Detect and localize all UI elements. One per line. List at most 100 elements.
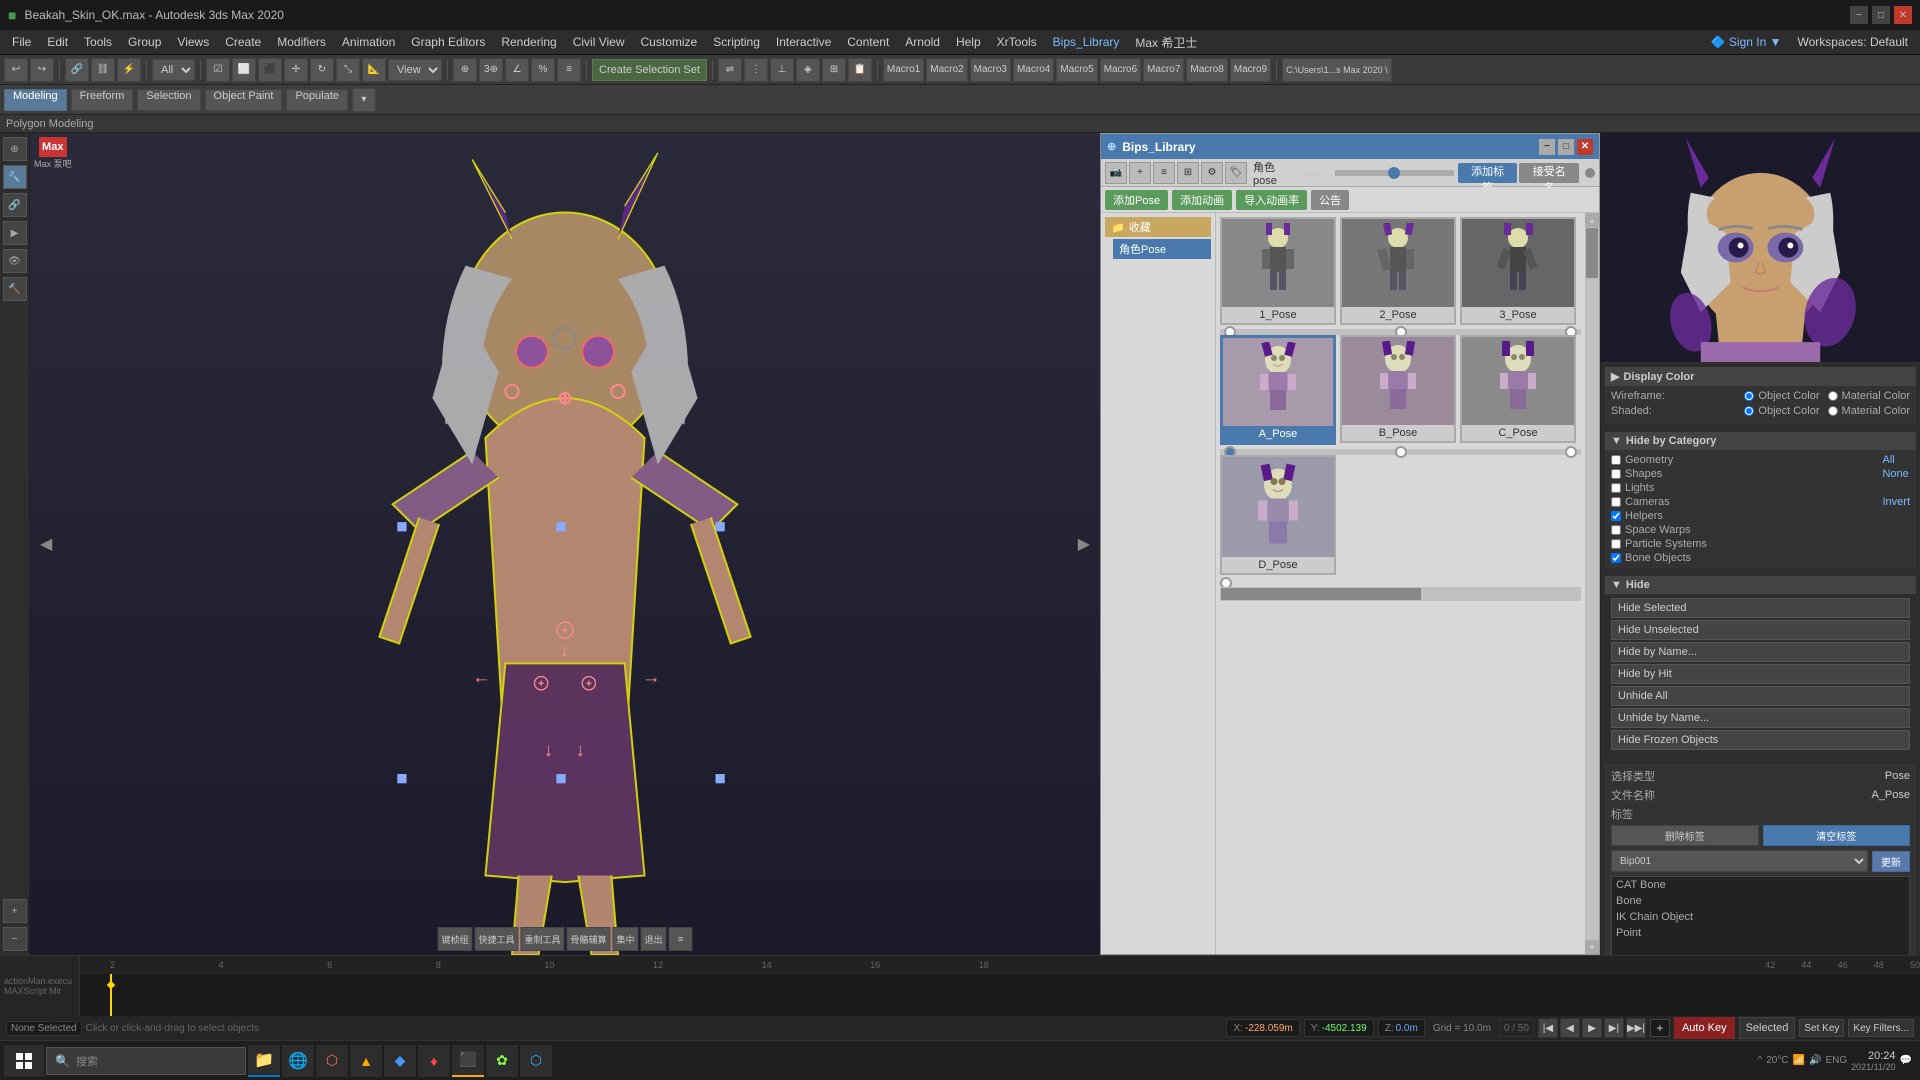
create-panel-icon[interactable]: ⊕ — [3, 137, 27, 161]
select-btn[interactable]: ☑ — [206, 58, 230, 82]
menu-animation[interactable]: Animation — [334, 30, 403, 55]
hide-by-name-button[interactable]: Hide by Name... — [1611, 642, 1910, 662]
manage-layers-btn[interactable]: 📋 — [848, 58, 872, 82]
timeline-cursor[interactable] — [110, 974, 112, 1016]
geometry-check[interactable] — [1611, 455, 1621, 465]
display-panel-icon[interactable]: 👁 — [3, 249, 27, 273]
macro9-btn[interactable]: Macro9 — [1230, 58, 1271, 82]
bips-nav-publish[interactable]: 公告 — [1311, 190, 1349, 210]
bips-maximize-button[interactable]: □ — [1558, 139, 1574, 155]
scale-btn[interactable]: ⤡ — [336, 58, 360, 82]
menu-edit[interactable]: Edit — [39, 30, 76, 55]
angle-snap[interactable]: ∠ — [505, 58, 529, 82]
taskbar-app6[interactable]: ⬡ — [520, 1045, 552, 1077]
taskbar-app4[interactable]: ♦ — [418, 1045, 450, 1077]
point-item[interactable]: Point — [1612, 925, 1909, 941]
menu-max-helper[interactable]: Max 希卫士 — [1127, 30, 1205, 55]
hide-selected-button[interactable]: Hide Selected — [1611, 598, 1910, 618]
unhide-by-name-button[interactable]: Unhide by Name... — [1611, 708, 1910, 728]
hide-btn[interactable]: 退出 — [641, 927, 667, 951]
hide-unselected-button[interactable]: Hide Unselected — [1611, 620, 1910, 640]
start-button[interactable] — [4, 1045, 44, 1077]
ik-chain-item[interactable]: IK Chain Object — [1612, 909, 1909, 925]
hierarchy-panel-icon[interactable]: 🔗 — [3, 193, 27, 217]
taskbar-app5[interactable]: ✿ — [486, 1045, 518, 1077]
prev-keyframe-btn[interactable]: |◀ — [1538, 1018, 1558, 1038]
utilities-panel-icon[interactable]: 🔨 — [3, 277, 27, 301]
bips-add-tag-button[interactable]: 添加标签 — [1458, 163, 1518, 183]
bone-type-list[interactable]: CAT Bone Bone IK Chain Object Point — [1611, 876, 1910, 955]
maximize-button[interactable]: □ — [1872, 6, 1890, 24]
menu-graph-editors[interactable]: Graph Editors — [403, 30, 493, 55]
bips-nav-icon[interactable]: ▶▶ — [1306, 166, 1324, 180]
macro2-btn[interactable]: Macro2 — [926, 58, 967, 82]
cat-bone-item[interactable]: CAT Bone — [1612, 877, 1909, 893]
spacewarps-check[interactable] — [1611, 525, 1621, 535]
reference-btn[interactable]: 📐 — [362, 58, 386, 82]
next-keyframe-btn[interactable]: ▶▶| — [1626, 1018, 1646, 1038]
timeline-body[interactable] — [80, 974, 1920, 1016]
macro1-btn[interactable]: Macro1 — [883, 58, 924, 82]
set-key-button[interactable]: Set Key — [1799, 1019, 1844, 1037]
reset-xform-btn[interactable]: 重制工具 — [520, 927, 564, 951]
menu-xrtools[interactable]: XrTools — [989, 30, 1045, 55]
delete-tag-button[interactable]: 删除标签 — [1611, 825, 1759, 846]
pose-thumb-c[interactable]: C_Pose — [1460, 335, 1576, 443]
view-dropdown[interactable]: View — [388, 59, 442, 81]
percent-snap[interactable]: % — [531, 58, 555, 82]
freeform-mode-button[interactable]: Freeform — [71, 89, 134, 111]
taskbar-app1[interactable]: ⬡ — [316, 1045, 348, 1077]
menu-customize[interactable]: Customize — [633, 30, 706, 55]
menu-bips[interactable]: Bips_Library — [1045, 30, 1128, 55]
select-filter-btn[interactable]: ⬛ — [258, 58, 282, 82]
bone-obj-check[interactable] — [1611, 553, 1621, 563]
filter-btn[interactable]: 快捷工具 — [474, 927, 518, 951]
extra-btn[interactable]: ≡ — [669, 927, 693, 951]
pose-thumb-d[interactable]: D_Pose — [1220, 455, 1336, 575]
key-filters-button[interactable]: Key Filters... — [1848, 1019, 1914, 1037]
bip001-dropdown[interactable]: Bip001 — [1611, 850, 1868, 872]
bips-settings-btn[interactable]: ⚙ — [1201, 162, 1223, 184]
bips-camera-btn[interactable]: 📷 — [1105, 162, 1127, 184]
taskbar-search[interactable]: 🔍 搜索 — [46, 1047, 246, 1075]
zoom-out-icon[interactable]: − — [3, 927, 27, 951]
bips-add-btn[interactable]: + — [1129, 162, 1151, 184]
mirror-btn[interactable]: ⇌ — [718, 58, 742, 82]
viewport-pan-left[interactable]: ◀ — [40, 534, 52, 554]
taskbar-3dsmax[interactable]: ⬛ — [452, 1045, 484, 1077]
bips-thumb-btn[interactable]: ⊞ — [1177, 162, 1199, 184]
bips-list-btn[interactable]: ≡ — [1153, 162, 1175, 184]
shapes-check[interactable] — [1611, 469, 1621, 479]
bips-slider[interactable] — [1335, 170, 1454, 176]
wireframe-mat-color[interactable]: Material Color — [1828, 390, 1910, 402]
timeline-track[interactable]: 2 4 6 8 10 12 14 16 18 42 44 46 48 50 — [80, 956, 1920, 1016]
bips-scroll-up-btn[interactable]: ▲ — [1585, 213, 1599, 227]
bips-folder-poses[interactable]: 角色Pose — [1113, 239, 1211, 259]
place-highlight-btn[interactable]: ◈ — [796, 58, 820, 82]
rotate-btn[interactable]: ↻ — [310, 58, 334, 82]
notification-icon[interactable]: 💬 — [1900, 1055, 1912, 1066]
bone-edit-btn[interactable]: 骨骼辅算 — [567, 927, 611, 951]
seg2-handle-right[interactable] — [1565, 446, 1577, 458]
layer-dropdown[interactable]: All — [152, 59, 195, 81]
seg2-handle-mid[interactable] — [1395, 446, 1407, 458]
pose-thumb-a[interactable]: A_Pose — [1220, 335, 1336, 445]
taskbar-explorer[interactable]: 📁 — [248, 1045, 280, 1077]
unhide-all-button[interactable]: Unhide All — [1611, 686, 1910, 706]
sound-icon[interactable]: 🔊 — [1809, 1055, 1821, 1066]
bips-scrollbar-horizontal[interactable] — [1220, 587, 1581, 601]
hide-frozen-button[interactable]: Hide Frozen Objects — [1611, 730, 1910, 750]
modify-panel-icon[interactable]: 🔧 — [3, 165, 27, 189]
zoom-in-icon[interactable]: + — [3, 899, 27, 923]
macro7-btn[interactable]: Macro7 — [1143, 58, 1184, 82]
display-color-header[interactable]: ▶ Display Color — [1605, 367, 1916, 386]
bind-button[interactable]: ⚡ — [117, 58, 141, 82]
clock-display[interactable]: 20:24 2021/11/20 — [1851, 1050, 1895, 1072]
macro4-btn[interactable]: Macro4 — [1013, 58, 1054, 82]
shaded-mat-color[interactable]: Material Color — [1828, 405, 1910, 417]
particle-check[interactable] — [1611, 539, 1621, 549]
hide-header[interactable]: ▼ Hide — [1605, 576, 1916, 594]
menu-file[interactable]: File — [4, 30, 39, 55]
menu-create[interactable]: Create — [217, 30, 269, 55]
bips-nav-add-pose[interactable]: 添加Pose — [1105, 190, 1168, 210]
